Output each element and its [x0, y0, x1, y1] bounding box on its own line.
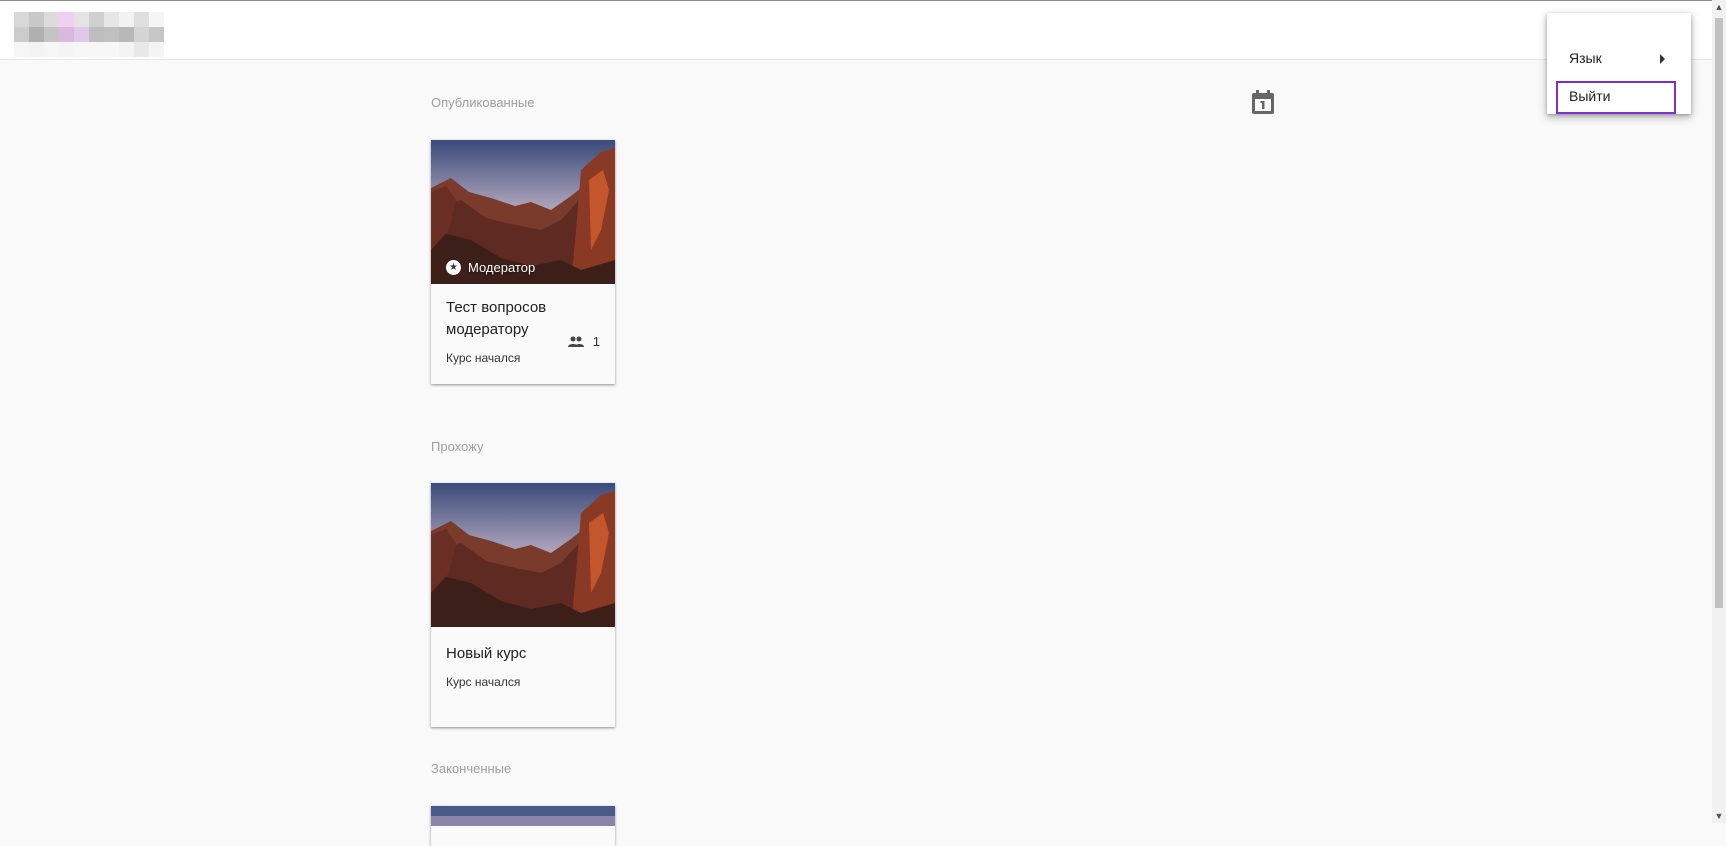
- scrollbar-thumb[interactable]: [1715, 18, 1723, 608]
- scrollbar[interactable]: ▲ ▼: [1712, 0, 1726, 823]
- scroll-up-arrow-icon[interactable]: ▲: [1712, 0, 1726, 14]
- course-status: Курс начался: [446, 351, 521, 365]
- course-card[interactable]: ★ Модератор Тест вопросов модератору Кур…: [431, 140, 615, 384]
- scroll-down-arrow-icon[interactable]: ▼: [1712, 809, 1726, 823]
- menu-item-logout[interactable]: Выйти: [1556, 81, 1676, 114]
- people-icon: [567, 336, 584, 347]
- menu-item-language[interactable]: Язык: [1547, 40, 1691, 76]
- section-title-finished: Законченные: [431, 761, 512, 776]
- role-badge: ★ Модератор: [446, 260, 535, 275]
- course-title[interactable]: Тест вопросов модератору: [446, 284, 576, 341]
- role-label: Модератор: [468, 260, 536, 275]
- course-image: [431, 806, 615, 826]
- course-card[interactable]: Новый курс Курс начался: [431, 483, 615, 727]
- section-title-enrolled: Прохожу: [431, 439, 484, 454]
- participants-value: 1: [592, 334, 600, 349]
- star-circle-icon: ★: [446, 260, 461, 275]
- logo[interactable]: [14, 12, 166, 57]
- course-image: [431, 483, 615, 627]
- menu-item-language-label: Язык: [1569, 50, 1602, 66]
- courses-content: Опубликованные ★ Модератор Тест вопросов…: [431, 60, 1277, 846]
- course-status: Курс начался: [446, 675, 521, 689]
- submenu-arrow-icon: [1660, 54, 1665, 64]
- user-menu: Язык Выйти: [1547, 13, 1691, 114]
- course-title[interactable]: Новый курс: [446, 627, 600, 665]
- section-title-published: Опубликованные: [431, 95, 535, 110]
- calendar-icon[interactable]: [1252, 90, 1274, 114]
- course-card[interactable]: [431, 806, 615, 846]
- participants-count: 1: [567, 334, 600, 349]
- top-bar: [0, 0, 1712, 60]
- course-image: ★ Модератор: [431, 140, 615, 284]
